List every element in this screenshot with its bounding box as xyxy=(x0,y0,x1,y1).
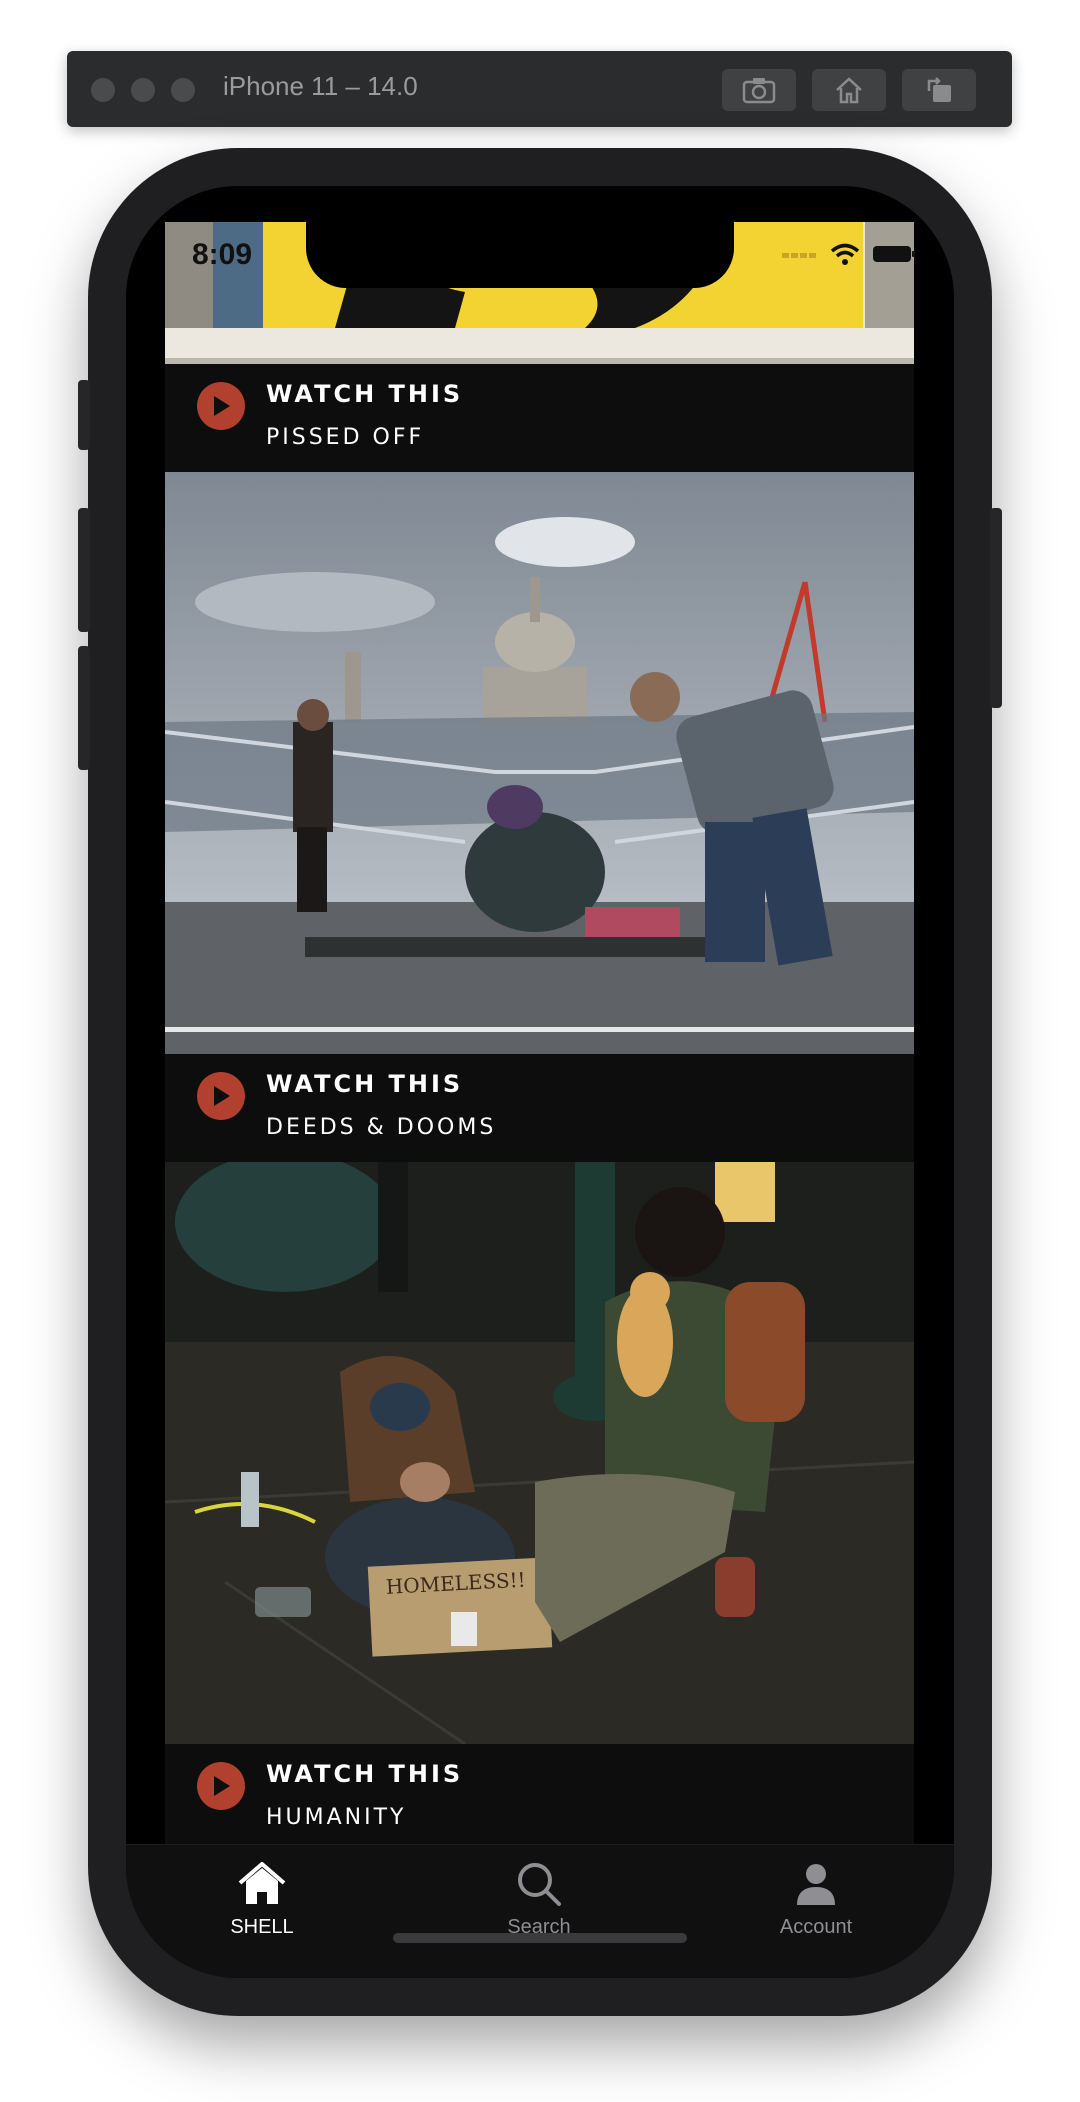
power-button xyxy=(990,508,1002,708)
tab-label: Account xyxy=(779,1916,853,1938)
play-icon xyxy=(214,1086,230,1106)
home-icon xyxy=(836,77,862,104)
feed-item-image[interactable] xyxy=(165,472,914,1054)
video-title: DEEDS & DOOMS xyxy=(266,1115,497,1140)
watch-label: WATCH THIS xyxy=(266,1760,464,1788)
play-icon xyxy=(214,1776,230,1796)
tab-label: SHELL xyxy=(230,1916,294,1938)
feed-item-caption[interactable]: WATCH THIS HUMANITY xyxy=(165,1744,914,1846)
home-indicator xyxy=(393,1933,687,1943)
play-icon xyxy=(214,396,230,416)
status-time: 8:09 xyxy=(192,238,253,271)
video-title: PISSED OFF xyxy=(266,425,425,450)
homeless-man-and-cat-photo: HOMELESS!! xyxy=(165,1162,914,1744)
tab-search[interactable]: Search xyxy=(439,1861,639,1939)
tab-bar: SHELL Search Account xyxy=(126,1844,954,1978)
signal-icon xyxy=(782,253,816,258)
tab-shell[interactable]: SHELL xyxy=(162,1861,362,1939)
simulator-title-bar: iPhone 11 – 14.0 xyxy=(67,51,1012,127)
feed-item-caption[interactable]: WATCH THIS DEEDS & DOOMS xyxy=(165,1054,914,1162)
rotate-icon xyxy=(927,77,951,102)
mute-switch xyxy=(78,380,90,450)
screenshot-button[interactable] xyxy=(722,69,796,111)
notch xyxy=(306,222,734,288)
play-button[interactable] xyxy=(197,1762,245,1810)
play-button[interactable] xyxy=(197,382,245,430)
feed-item-image[interactable]: HOMELESS!! xyxy=(165,1162,914,1744)
iphone-device-frame: 8:09 WATCH THIS PISSED OFF WATCH THIS DE… xyxy=(78,148,1002,2016)
feed-item-caption[interactable]: WATCH THIS PISSED OFF xyxy=(165,364,914,472)
search-icon xyxy=(518,1863,561,1906)
watch-label: WATCH THIS xyxy=(266,380,464,408)
watch-label: WATCH THIS xyxy=(266,1070,464,1098)
rotate-button[interactable] xyxy=(902,69,976,111)
zoom-window-button[interactable] xyxy=(171,78,195,102)
home-button[interactable] xyxy=(812,69,886,111)
volume-up-button xyxy=(78,508,90,632)
minimize-window-button[interactable] xyxy=(131,78,155,102)
tab-account[interactable]: Account xyxy=(716,1861,916,1939)
person-icon xyxy=(797,1864,835,1905)
wifi-icon xyxy=(830,243,860,265)
play-button[interactable] xyxy=(197,1072,245,1120)
volume-down-button xyxy=(78,646,90,770)
home-icon xyxy=(238,1862,286,1904)
close-window-button[interactable] xyxy=(91,78,115,102)
battery-icon xyxy=(873,246,915,262)
status-icons xyxy=(782,242,916,266)
feed-scroll-view[interactable]: WATCH THIS PISSED OFF WATCH THIS DEEDS &… xyxy=(165,222,914,1846)
simulator-title: iPhone 11 – 14.0 xyxy=(223,71,418,101)
millennium-bridge-st-pauls-photo xyxy=(165,472,914,1054)
video-title: HUMANITY xyxy=(266,1805,407,1830)
screenshot-icon xyxy=(742,78,776,104)
phone-screen: 8:09 WATCH THIS PISSED OFF WATCH THIS DE… xyxy=(126,186,954,1978)
